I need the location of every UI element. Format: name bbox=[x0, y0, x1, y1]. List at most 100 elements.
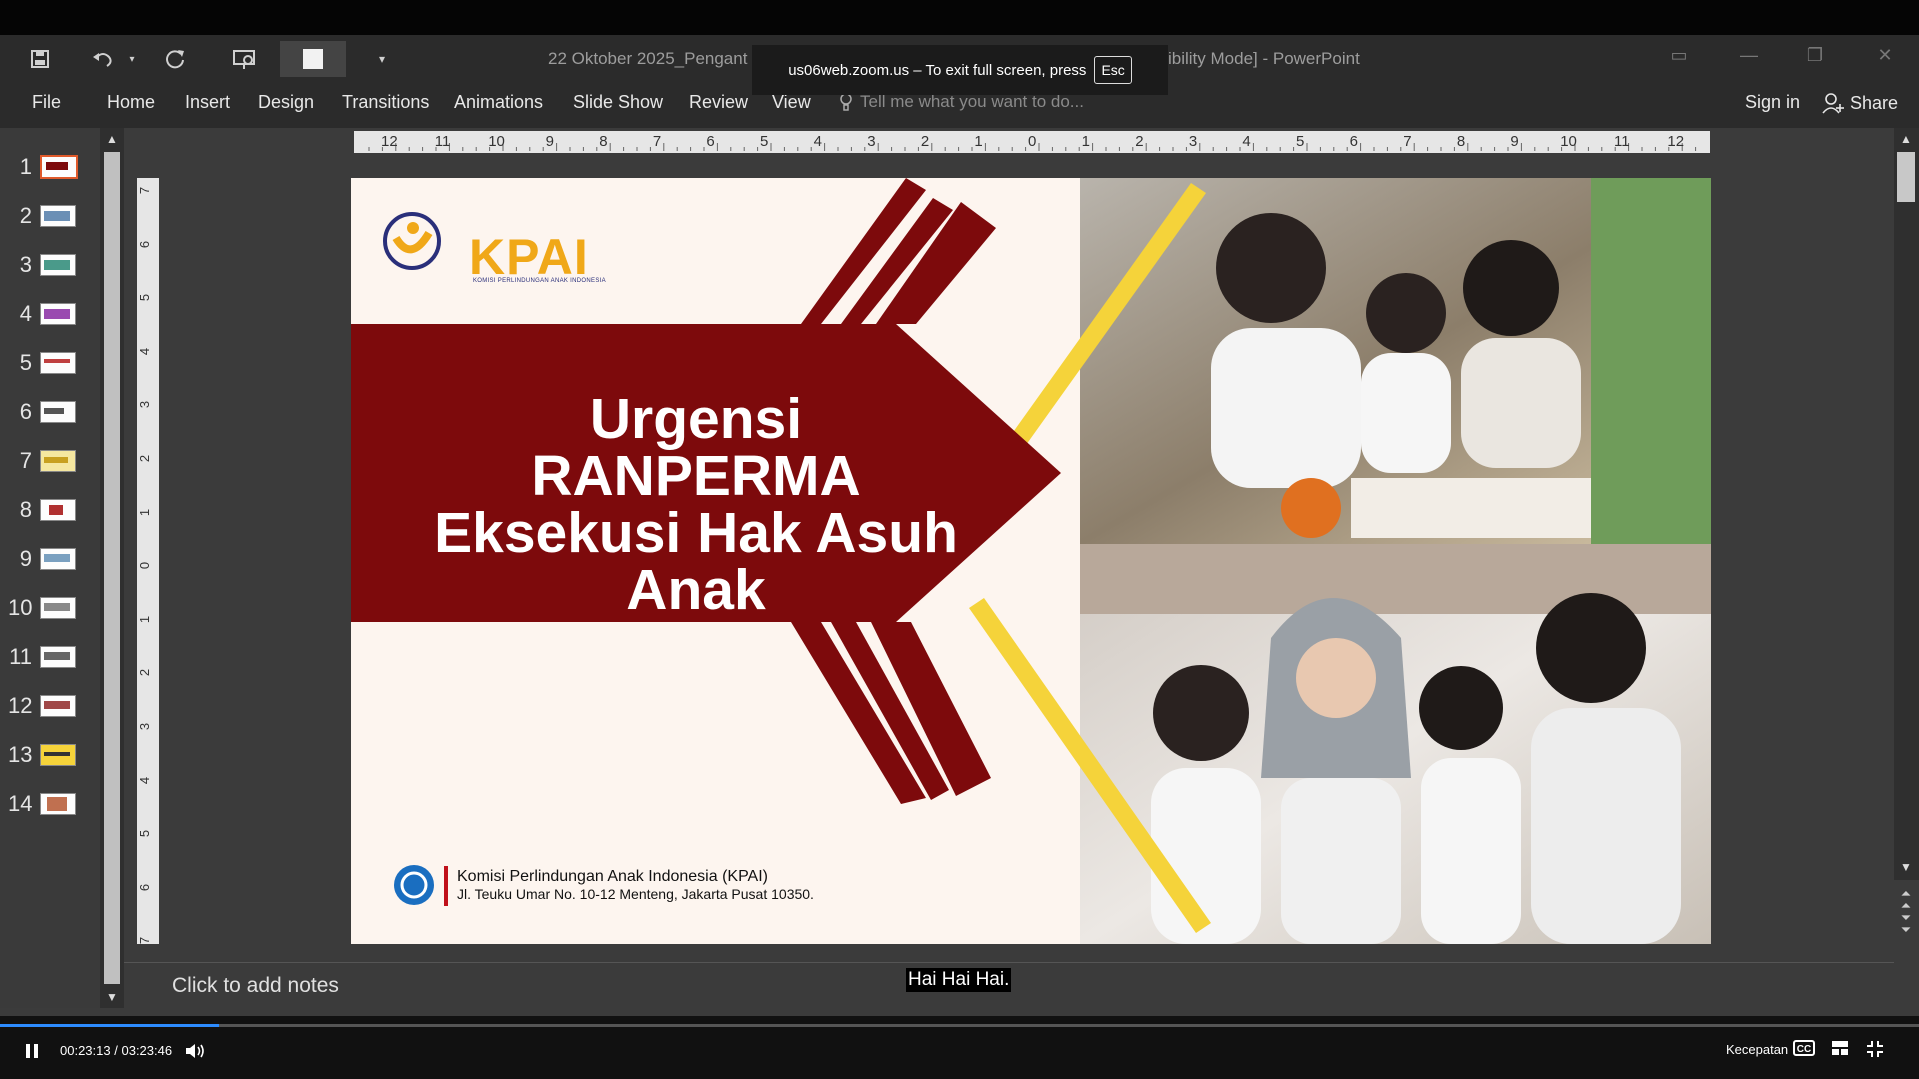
ruler-label: 1 bbox=[137, 615, 153, 623]
tell-me-placeholder: Tell me what you want to do... bbox=[860, 92, 1084, 111]
new-slide-icon[interactable] bbox=[280, 41, 346, 77]
customize-toolbar-icon[interactable]: ▾ bbox=[372, 45, 392, 73]
notes-divider bbox=[124, 962, 1894, 963]
ruler-label: 7 bbox=[137, 186, 153, 195]
slide-thumbnail[interactable]: 13 bbox=[8, 741, 78, 769]
footer-organization: Komisi Perlindungan Anak Indonesia (KPAI… bbox=[457, 868, 768, 885]
ruler-label: 4 bbox=[813, 133, 822, 150]
ruler-label: 11 bbox=[1614, 133, 1630, 150]
slide-scrollbar-thumb[interactable] bbox=[1897, 152, 1915, 202]
volume-icon[interactable] bbox=[184, 1042, 206, 1060]
scroll-down-icon[interactable]: ▼ bbox=[104, 990, 120, 1006]
restore-icon[interactable]: ❐ bbox=[1800, 45, 1830, 71]
slide-thumbnail[interactable]: 6 bbox=[8, 398, 78, 426]
slide-thumbnail[interactable]: 10 bbox=[8, 594, 78, 622]
video-timecode: 00:23:13 / 03:23:46 bbox=[60, 1043, 172, 1058]
slide-thumbnail[interactable]: 7 bbox=[8, 447, 78, 475]
tab-review[interactable]: Review bbox=[689, 92, 748, 113]
save-icon[interactable] bbox=[26, 45, 54, 73]
ruler-label: 6 bbox=[1349, 133, 1358, 150]
document-title-left: 22 Oktober 2025_Pengant bbox=[548, 49, 748, 68]
slide-scrollbar[interactable] bbox=[1894, 128, 1919, 880]
ruler-label: 0 bbox=[1028, 133, 1037, 150]
slide-thumbnail[interactable]: 5 bbox=[8, 349, 78, 377]
ruler-label: 7 bbox=[652, 133, 662, 150]
slide-thumbnail[interactable]: 8 bbox=[8, 496, 78, 524]
close-icon[interactable]: ✕ bbox=[1870, 45, 1900, 71]
previous-slide-icon[interactable]: ⏶ ⏶ bbox=[1897, 887, 1915, 912]
ruler-label: 4 bbox=[137, 776, 153, 784]
ruler-label: 1 bbox=[974, 133, 983, 150]
layout-icon[interactable] bbox=[1831, 1040, 1849, 1056]
ruler-label: 6 bbox=[137, 240, 153, 248]
fullscreen-notice: us06web.zoom.us – To exit full screen, p… bbox=[752, 45, 1168, 95]
ruler-label: 12 bbox=[381, 133, 398, 150]
ruler-label: 8 bbox=[599, 133, 608, 150]
ruler-label: 2 bbox=[920, 133, 930, 150]
time-separator: / bbox=[114, 1043, 118, 1058]
slide-thumbnail[interactable]: 2 bbox=[8, 202, 78, 230]
slide-thumbnail[interactable]: 11 bbox=[8, 643, 78, 671]
slide-title-line: Anak bbox=[626, 558, 766, 622]
slide-thumbnail[interactable]: 9 bbox=[8, 545, 78, 573]
tab-animations[interactable]: Animations bbox=[454, 92, 543, 113]
scroll-up-icon[interactable]: ▲ bbox=[1897, 132, 1915, 146]
slide-thumbnail[interactable]: 12 bbox=[8, 692, 78, 720]
total-time: 03:23:46 bbox=[121, 1043, 173, 1058]
tell-me-box[interactable]: Tell me what you want to do... bbox=[838, 92, 1084, 112]
slide-title-line: Urgensi bbox=[589, 387, 803, 451]
current-time: 00:23:13 bbox=[60, 1043, 111, 1058]
slide-thumbnail-panel[interactable]: 1 2 3 4 5 6 7 8 9 10 11 12 13 14 bbox=[0, 128, 100, 1008]
ruler-label: 5 bbox=[760, 133, 769, 150]
playback-speed-button[interactable]: Kecepatan bbox=[1726, 1042, 1788, 1057]
slide-thumbnail[interactable]: 1 bbox=[8, 153, 78, 181]
live-caption: Hai Hai Hai. bbox=[906, 968, 1012, 992]
tab-slide-show[interactable]: Slide Show bbox=[573, 92, 663, 113]
pause-icon[interactable] bbox=[24, 1043, 40, 1059]
tab-insert[interactable]: Insert bbox=[185, 92, 230, 113]
slide-title[interactable]: Urgensi RANPERMA Eksekusi Hak Asuh Anak bbox=[391, 391, 1001, 619]
slide-thumbnail[interactable]: 3 bbox=[8, 251, 78, 279]
start-from-beginning-icon[interactable] bbox=[230, 45, 260, 73]
undo-icon[interactable] bbox=[88, 45, 118, 73]
slide-thumbnail[interactable]: 14 bbox=[8, 790, 78, 818]
tab-design[interactable]: Design bbox=[258, 92, 314, 113]
redo-icon[interactable] bbox=[160, 45, 190, 73]
ruler-label: 10 bbox=[488, 133, 505, 150]
tab-home[interactable]: Home bbox=[107, 92, 155, 113]
scroll-up-icon[interactable]: ▲ bbox=[104, 132, 120, 148]
exit-fullscreen-icon[interactable] bbox=[1866, 1040, 1884, 1058]
kpai-footer-logo-icon bbox=[394, 865, 434, 905]
tab-view[interactable]: View bbox=[772, 92, 811, 113]
ruler-label: 5 bbox=[137, 294, 153, 302]
ruler-label: 6 bbox=[706, 133, 715, 150]
esc-key-badge: Esc bbox=[1094, 56, 1132, 84]
minimize-icon[interactable]: — bbox=[1734, 45, 1764, 71]
slide-thumbnail[interactable]: 4 bbox=[8, 300, 78, 328]
ruler-label: 1 bbox=[1081, 133, 1090, 150]
slide-title-line: RANPERMA bbox=[531, 444, 861, 508]
horizontal-ruler: 12 11 10 9 8 7 6 5 4 3 2 1 0 1 2 3 4 5 6 7 8 9 10 11 12 bbox=[354, 131, 1710, 153]
ruler-label: 7 bbox=[137, 937, 153, 945]
closed-captions-icon[interactable]: CC bbox=[1793, 1040, 1815, 1056]
ribbon-display-options-icon[interactable]: ▭ bbox=[1664, 45, 1694, 71]
sign-in-link[interactable]: Sign in bbox=[1745, 92, 1800, 113]
next-slide-icon[interactable]: ⏷ ⏷ bbox=[1897, 911, 1915, 936]
ruler-label: 6 bbox=[137, 883, 153, 891]
ruler-label: 1 bbox=[137, 508, 153, 516]
ruler-label: 2 bbox=[137, 669, 153, 677]
slide-title-line: Eksekusi Hak Asuh bbox=[434, 501, 958, 565]
slide-canvas[interactable]: KPAI KOMISI PERLINDUNGAN ANAK INDONESIA … bbox=[351, 178, 1711, 944]
tab-transitions[interactable]: Transitions bbox=[342, 92, 429, 113]
ruler-label: 2 bbox=[1135, 133, 1144, 150]
scroll-down-icon[interactable]: ▼ bbox=[1897, 860, 1915, 874]
video-progress-track[interactable] bbox=[0, 1024, 1919, 1027]
video-progress-fill bbox=[0, 1024, 219, 1027]
tab-file[interactable]: File bbox=[32, 92, 61, 113]
share-button[interactable]: Share bbox=[1822, 92, 1898, 114]
undo-dropdown-icon[interactable]: ▾ bbox=[124, 45, 140, 73]
ruler-label: 0 bbox=[137, 562, 153, 570]
thumbnail-scrollbar-thumb[interactable] bbox=[104, 152, 120, 984]
ruler-label: 4 bbox=[1242, 133, 1251, 150]
ruler-label: 9 bbox=[545, 133, 554, 150]
